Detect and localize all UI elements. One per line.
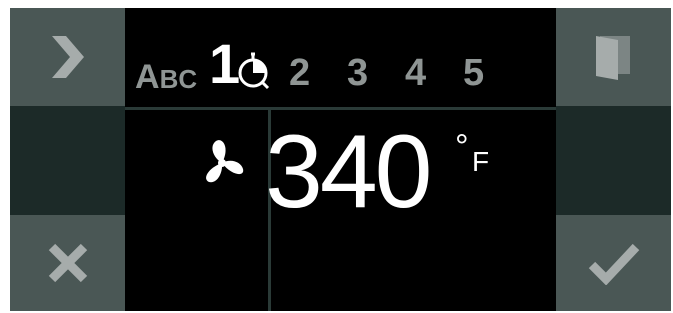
right-divider-panel [556, 106, 671, 215]
door-button[interactable] [556, 8, 671, 106]
close-x-icon [48, 243, 87, 283]
cook-program-display: ABC 1 2 3 4 5 340 ° F [125, 8, 556, 311]
temperature-unit: F [472, 146, 490, 177]
display-horizontal-divider [125, 107, 556, 110]
cancel-button[interactable] [10, 215, 125, 311]
checkmark-icon [588, 243, 639, 285]
door-icon [595, 36, 630, 80]
step-5[interactable]: 5 [463, 54, 484, 92]
temperature-value[interactable]: 340 [265, 120, 433, 224]
program-name-label[interactable]: ABC [135, 60, 197, 94]
step-2[interactable]: 2 [289, 54, 310, 92]
fan-icon[interactable] [197, 138, 247, 188]
timer-icon [238, 52, 270, 90]
step-4[interactable]: 4 [405, 54, 426, 92]
chevron-right-icon [51, 36, 84, 78]
left-divider-panel [10, 106, 125, 215]
step-1-active[interactable]: 1 [209, 36, 240, 92]
step-3[interactable]: 3 [347, 54, 368, 92]
confirm-button[interactable] [556, 215, 671, 311]
oven-control-screen: ABC 1 2 3 4 5 340 ° F [0, 0, 673, 313]
next-button[interactable] [10, 8, 125, 106]
degree-symbol: ° [455, 128, 469, 166]
